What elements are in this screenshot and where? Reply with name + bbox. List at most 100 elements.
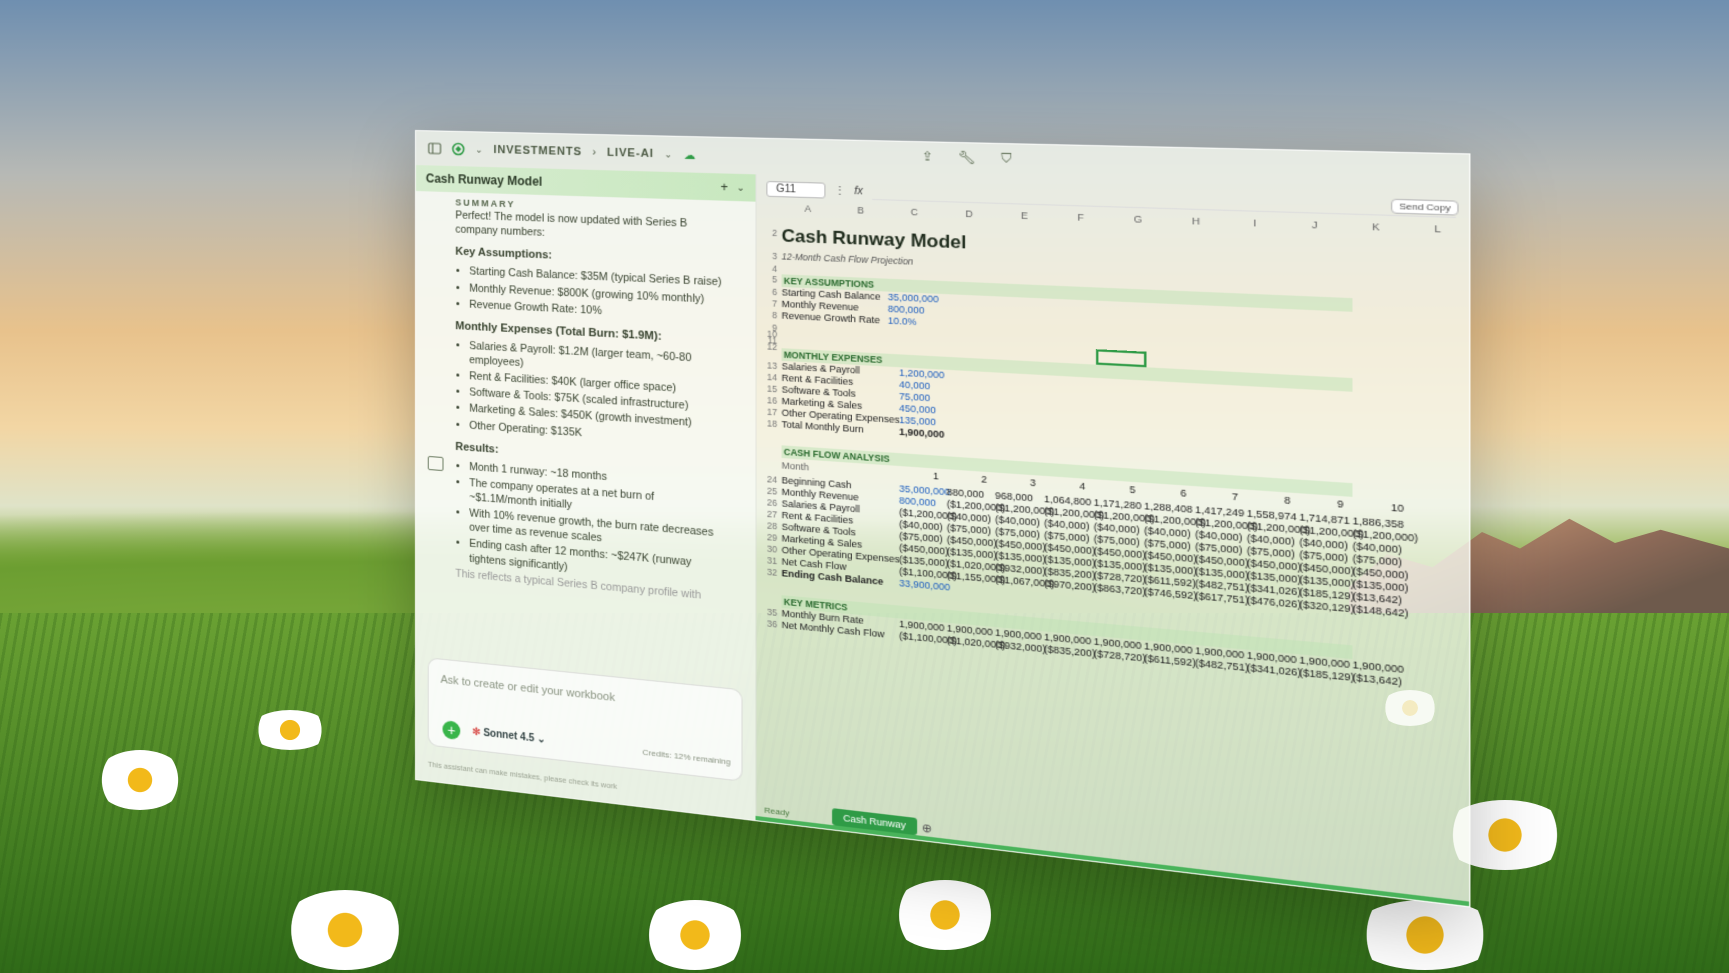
wrench-icon[interactable]: 🔧︎ [958,150,976,167]
daisy-flower [640,900,750,970]
row-number[interactable]: 12 [756,341,778,353]
row-number[interactable]: 2 [756,227,778,238]
column-header[interactable]: L [1407,222,1469,243]
row-number[interactable]: 30 [756,542,778,554]
daisy-flower [95,750,185,810]
sheet-title[interactable]: Cash Runway Model [782,226,967,254]
column-header[interactable]: J [1285,218,1345,238]
model-selector[interactable]: ✻ Sonnet 4.5 ⌄ [472,726,545,745]
table-row-label[interactable]: Revenue Growth Rate [782,310,880,325]
chat-input[interactable]: Ask to create or edit your workbook + ✻ … [428,657,743,781]
table-cell-value[interactable]: 75,000 [899,391,930,404]
table-cell-value[interactable]: 800,000 [888,303,925,315]
month-header[interactable]: 5 [1130,484,1136,496]
section-cash-flow[interactable]: CASH FLOW ANALYSIS [782,445,1353,497]
row-number[interactable]: 36 [756,617,778,630]
month-header[interactable]: 4 [1079,480,1085,491]
month-header[interactable]: 8 [1284,494,1290,506]
chat-input-placeholder: Ask to create or edit your workbook [441,674,615,705]
row-number[interactable]: 5 [756,273,778,284]
row-number[interactable]: 31 [756,554,778,566]
app-logo-icon[interactable] [451,142,465,156]
chevron-down-icon[interactable]: ⌄ [737,182,745,194]
row-number[interactable]: 18 [756,417,778,429]
table-cell-value[interactable]: 135,000 [899,414,936,427]
attach-button[interactable]: + [443,720,461,740]
add-sheet-icon[interactable]: ⊕ [922,821,932,836]
column-header[interactable]: F [1052,211,1109,230]
model-name: Sonnet 4.5 [483,728,534,745]
daisy-flower [890,880,1000,950]
table-cell-value[interactable]: 40,000 [899,379,930,392]
chevron-down-icon[interactable]: ⌄ [475,144,483,155]
row-number[interactable]: 28 [756,519,778,531]
status-text: Ready [764,805,789,817]
column-header[interactable]: H [1167,215,1226,235]
row-number[interactable]: 29 [756,531,778,543]
chevron-down-icon[interactable]: ⌄ [664,148,673,160]
row-number[interactable]: 7 [756,297,778,309]
table-cell-value[interactable]: 1,900,000 [899,426,944,440]
column-header[interactable]: D [942,208,997,227]
daisy-flower [1350,900,1500,970]
month-header[interactable]: 3 [1030,477,1036,488]
row-number[interactable]: 16 [756,394,778,406]
cloud-sync-icon[interactable]: ☁ [684,148,697,162]
column-header[interactable]: B [834,204,887,223]
selected-cell[interactable] [1096,349,1146,367]
row-number[interactable]: 3 [756,250,778,261]
send-copy-button[interactable]: Send Copy [1391,199,1458,216]
daisy-flower [250,710,330,750]
breadcrumb-root[interactable]: INVESTMENTS [494,144,582,158]
assistant-tab-title: Cash Runway Model [426,171,543,189]
table-cell-value[interactable]: 450,000 [899,403,936,416]
row-number[interactable]: 6 [756,286,778,297]
row-number[interactable]: 32 [756,566,778,578]
column-header[interactable]: G [1109,213,1167,233]
column-header[interactable]: K [1345,220,1406,240]
credits-remaining: Credits: 12% remaining [643,747,731,766]
cell-reference[interactable]: G11 [766,180,825,198]
row-number[interactable]: 8 [756,309,778,321]
row-number[interactable]: 24 [756,473,778,485]
fx-icon: fx [854,185,863,197]
share-icon[interactable]: ⇪ [922,149,933,165]
sheet-subtitle[interactable]: 12-Month Cash Flow Projection [782,251,914,267]
spreadsheet-panel: ⇪ 🔧︎ ⛉ G11 ⋮ fx Send Copy ABCDEFGHIJKL C… [756,174,1470,906]
row-number[interactable]: 14 [756,371,778,383]
sheet-grid[interactable]: Cash Runway Model 12-Month Cash Flow Pro… [756,219,1470,874]
month-header[interactable]: 2 [981,474,987,485]
toolbar: ⇪ 🔧︎ ⛉ [922,149,1012,167]
app-window: ⌄ INVESTMENTS › LIVE-AI ⌄ ☁ Cash Runway … [415,130,1470,908]
model-icon: ✻ [472,726,480,738]
row-number[interactable]: 13 [756,359,778,371]
month-label[interactable]: Month [782,460,809,472]
month-header[interactable]: 9 [1337,498,1343,510]
month-header[interactable]: 6 [1180,487,1186,499]
daisy-flower [280,890,410,970]
row-number[interactable]: 17 [756,406,778,418]
column-header[interactable]: E [997,209,1053,228]
column-header[interactable]: C [887,206,941,225]
sidebar-toggle-icon[interactable] [428,141,442,155]
row-number[interactable]: 35 [756,606,778,618]
chat-history-icon[interactable] [428,456,444,471]
month-header[interactable]: 7 [1232,491,1238,503]
new-chat-icon[interactable]: + [720,180,728,195]
row-number[interactable]: 27 [756,508,778,520]
column-header[interactable]: I [1225,216,1284,236]
table-cell-value[interactable]: 35,000,000 [888,292,939,305]
column-header[interactable]: A [782,203,835,222]
table-cell-value[interactable]: 10.0% [888,315,917,327]
row-number[interactable]: 25 [756,485,778,497]
row-number[interactable]: 26 [756,496,778,508]
assistant-panel: Cash Runway Model + ⌄ SUMMARY Perfect! T… [416,165,757,820]
month-header[interactable]: 10 [1391,502,1404,514]
row-number[interactable]: 15 [756,383,778,395]
more-icon[interactable]: ⋮ [834,184,845,196]
shield-icon[interactable]: ⛉ [1001,151,1011,168]
breadcrumb-leaf[interactable]: LIVE-AI [607,147,654,161]
section-monthly-expenses[interactable]: MONTHLY EXPENSES [782,348,1353,392]
assistant-message: SUMMARY Perfect! The model is now update… [455,196,728,665]
month-header[interactable]: 1 [933,470,939,481]
